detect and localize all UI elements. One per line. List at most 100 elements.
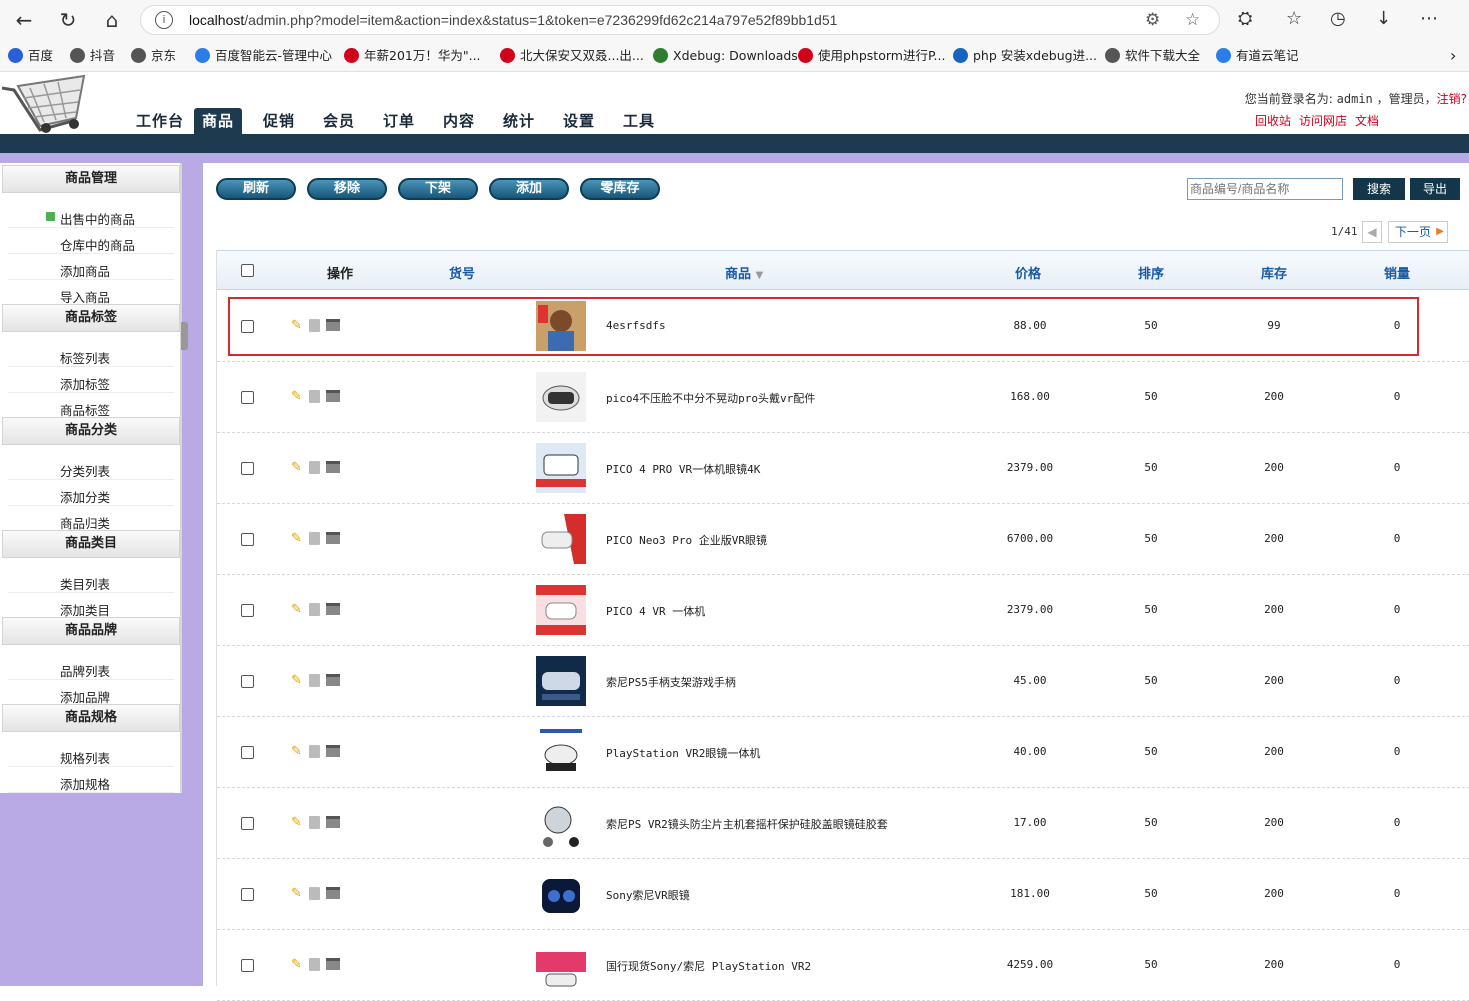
shelf-box-icon[interactable] [326, 887, 340, 899]
product-image[interactable] [536, 514, 586, 564]
bookmark-item[interactable]: 百度智能云-管理中心 [195, 46, 332, 66]
toolbar-button[interactable]: 移除 [307, 178, 387, 200]
sidebar-group-title[interactable]: 商品品牌 [2, 617, 180, 645]
product-name[interactable]: 索尼PS VR2镜头防尘片主机套摇杆保护硅胶盖眼镜硅胶套 [606, 816, 888, 832]
product-image[interactable] [536, 585, 586, 635]
home-icon[interactable]: ⌂ [98, 6, 126, 34]
trash-icon[interactable] [309, 603, 320, 616]
bookmark-item[interactable]: php 安装xdebug进... [953, 46, 1097, 66]
shelf-box-icon[interactable] [326, 390, 340, 402]
reload-icon[interactable]: ↻ [54, 6, 82, 34]
edit-pencil-icon[interactable]: ✎ [291, 460, 302, 475]
product-thumbnail[interactable] [536, 656, 586, 706]
sidebar-group-title[interactable]: 商品管理 [2, 165, 180, 193]
nav-item[interactable]: 设置 [555, 108, 603, 134]
trash-icon[interactable] [309, 461, 320, 474]
product-name[interactable]: 4esrfsdfs [606, 319, 666, 332]
next-page-button[interactable]: 下一页 ▶ [1388, 221, 1448, 243]
product-thumbnail[interactable] [536, 443, 586, 493]
select-all-checkbox[interactable] [241, 264, 254, 277]
product-thumbnail[interactable] [536, 372, 586, 422]
site-info-icon[interactable]: i [155, 11, 173, 29]
back-icon[interactable]: ← [10, 6, 38, 34]
edit-pencil-icon[interactable]: ✎ [291, 602, 302, 617]
sidebar-collapse-handle[interactable] [181, 322, 188, 350]
product-name[interactable]: PICO Neo3 Pro 企业版VR眼镜 [606, 532, 767, 548]
sidebar-group-title[interactable]: 商品类目 [2, 530, 180, 558]
sidebar-item[interactable]: 规格列表 [60, 748, 110, 767]
history-icon[interactable]: ◷ [1330, 8, 1346, 29]
product-thumbnail[interactable] [536, 727, 586, 777]
product-image[interactable] [536, 869, 586, 919]
nav-item[interactable]: 工具 [615, 108, 663, 134]
row-checkbox[interactable] [241, 391, 254, 404]
product-image[interactable] [536, 798, 586, 848]
product-thumbnail[interactable] [536, 798, 586, 848]
toolbar-button[interactable]: 添加 [489, 178, 569, 200]
nav-item[interactable]: 工作台 [128, 108, 192, 134]
col-sku[interactable]: 货号 [449, 263, 475, 282]
product-thumbnail[interactable] [536, 585, 586, 635]
sidebar-item[interactable]: 添加商品 [60, 261, 110, 280]
col-name[interactable]: 商品 ▼ [725, 263, 763, 282]
url-text[interactable]: localhost/admin.php?model=item&action=in… [189, 12, 837, 28]
shelf-box-icon[interactable] [326, 958, 340, 970]
shelf-box-icon[interactable] [326, 532, 340, 544]
favorites-icon[interactable]: ☆ [1286, 8, 1302, 29]
sidebar-item[interactable]: 品牌列表 [60, 661, 110, 680]
sidebar-item[interactable]: 标签列表 [60, 348, 110, 367]
bookmarks-overflow-icon[interactable]: › [1450, 46, 1456, 66]
row-checkbox[interactable] [241, 462, 254, 475]
bookmark-item[interactable]: 年薪201万！华为"... [344, 46, 481, 66]
edit-pencil-icon[interactable]: ✎ [291, 886, 302, 901]
more-menu-icon[interactable]: ⋯ [1420, 8, 1438, 29]
trash-icon[interactable] [309, 532, 320, 545]
header-link[interactable]: 访问网店 [1299, 114, 1347, 128]
product-image[interactable] [536, 940, 586, 990]
product-name[interactable]: 国行现货Sony/索尼 PlayStation VR2 [606, 958, 811, 974]
translate-icon[interactable]: ⚙ [1145, 10, 1160, 30]
product-image[interactable] [536, 656, 586, 706]
product-thumbnail[interactable] [536, 514, 586, 564]
row-checkbox[interactable] [241, 320, 254, 333]
row-checkbox[interactable] [241, 604, 254, 617]
edit-pencil-icon[interactable]: ✎ [291, 389, 302, 404]
col-stock[interactable]: 库存 [1261, 263, 1287, 282]
row-checkbox[interactable] [241, 675, 254, 688]
toolbar-button[interactable]: 下架 [398, 178, 478, 200]
sidebar-item[interactable]: 分类列表 [60, 461, 110, 480]
product-image[interactable] [536, 727, 586, 777]
product-image[interactable] [536, 443, 586, 493]
edit-pencil-icon[interactable]: ✎ [291, 815, 302, 830]
trash-icon[interactable] [309, 887, 320, 900]
sidebar-item[interactable]: 出售中的商品 [45, 209, 135, 228]
trash-icon[interactable] [309, 390, 320, 403]
sidebar-group-title[interactable]: 商品分类 [2, 417, 180, 445]
product-thumbnail[interactable] [536, 940, 586, 990]
bookmark-item[interactable]: 软件下载大全 [1105, 46, 1200, 66]
product-name[interactable]: pico4不压脸不中分不晃动pro头戴vr配件 [606, 390, 815, 406]
shelf-box-icon[interactable] [326, 461, 340, 473]
export-button[interactable]: 导出 [1410, 178, 1460, 200]
sidebar-item[interactable]: 类目列表 [60, 574, 110, 593]
shelf-box-icon[interactable] [326, 816, 340, 828]
bookmark-item[interactable]: Xdebug: Downloads [653, 46, 798, 66]
prev-page-icon[interactable]: ◀ [1362, 221, 1382, 243]
trash-icon[interactable] [309, 745, 320, 758]
row-checkbox[interactable] [241, 746, 254, 759]
trash-icon[interactable] [309, 674, 320, 687]
edit-pencil-icon[interactable]: ✎ [291, 744, 302, 759]
shelf-box-icon[interactable] [326, 674, 340, 686]
row-checkbox[interactable] [241, 888, 254, 901]
row-checkbox[interactable] [241, 817, 254, 830]
sidebar-group-title[interactable]: 商品标签 [2, 304, 180, 332]
bookmark-item[interactable]: 京东 [131, 46, 176, 66]
product-name[interactable]: PICO 4 VR 一体机 [606, 603, 705, 619]
bookmark-item[interactable]: 抖音 [70, 46, 115, 66]
col-price[interactable]: 价格 [1015, 263, 1041, 282]
product-image[interactable] [536, 372, 586, 422]
search-input[interactable] [1187, 178, 1343, 200]
header-link[interactable]: 文档 [1355, 114, 1379, 128]
row-checkbox[interactable] [241, 533, 254, 546]
nav-item[interactable]: 促销 [255, 108, 303, 134]
